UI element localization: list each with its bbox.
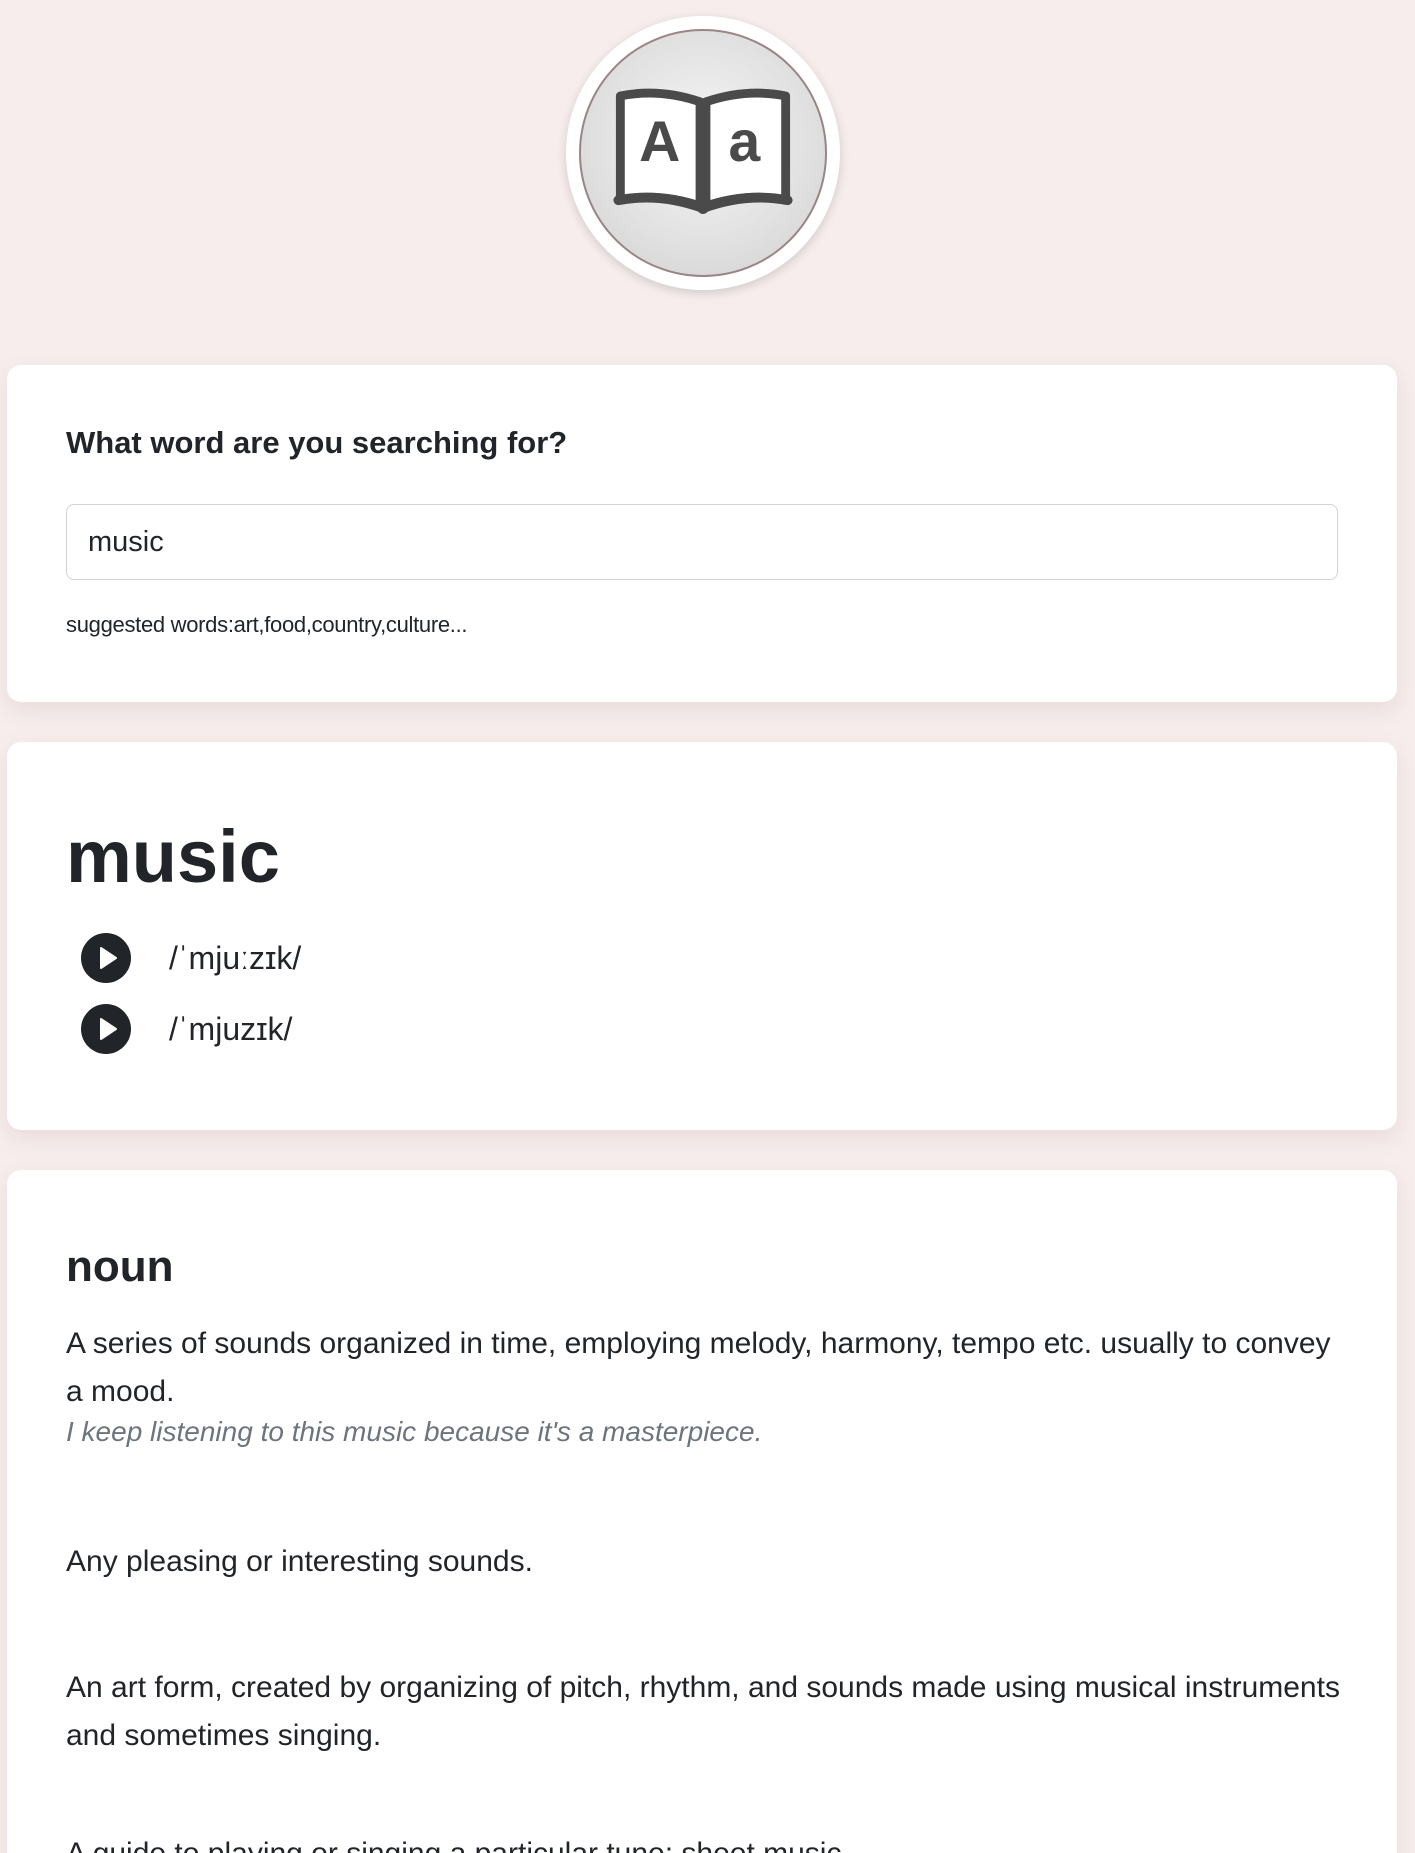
word-card: music /ˈmjuːzɪk/ /ˈmjuzɪk/ xyxy=(7,742,1397,1130)
play-audio-button[interactable] xyxy=(81,933,131,983)
phonetic-text: /ˈmjuzɪk/ xyxy=(169,1010,293,1047)
part-of-speech: noun xyxy=(66,1242,174,1291)
definition-text: A series of sounds organized in time, em… xyxy=(66,1327,1331,1408)
search-input[interactable] xyxy=(66,504,1338,580)
phonetic-row: /ˈmjuːzɪk/ xyxy=(81,933,301,983)
search-label: What word are you searching for? xyxy=(66,425,568,460)
play-icon xyxy=(100,1018,117,1040)
dictionary-book-icon: A a xyxy=(613,88,793,214)
phonetic-row: /ˈmjuzɪk/ xyxy=(81,1004,292,1054)
definition-example: I keep listening to this music because i… xyxy=(66,1416,763,1447)
phonetic-text: /ˈmjuːzɪk/ xyxy=(169,939,302,976)
meaning-card: noun A series of sounds organized in tim… xyxy=(7,1170,1397,1853)
word-title: music xyxy=(66,815,280,898)
suggested-words: suggested words:art,food,country,culture… xyxy=(66,612,468,637)
logo: A a xyxy=(566,16,840,290)
logo-letter-lower: a xyxy=(728,110,761,174)
definition-text: Any pleasing or interesting sounds. xyxy=(66,1545,533,1578)
page: A a What word are you searching for? sug… xyxy=(0,0,1415,1853)
definition-text: A guide to playing or singing a particul… xyxy=(66,1830,1346,1853)
play-icon xyxy=(100,947,117,969)
play-audio-button[interactable] xyxy=(81,1004,131,1054)
logo-badge: A a xyxy=(579,29,827,277)
definition-text: An art form, created by organizing of pi… xyxy=(66,1671,1340,1752)
logo-letter-upper: A xyxy=(639,110,680,174)
search-card: What word are you searching for? suggest… xyxy=(7,365,1397,702)
